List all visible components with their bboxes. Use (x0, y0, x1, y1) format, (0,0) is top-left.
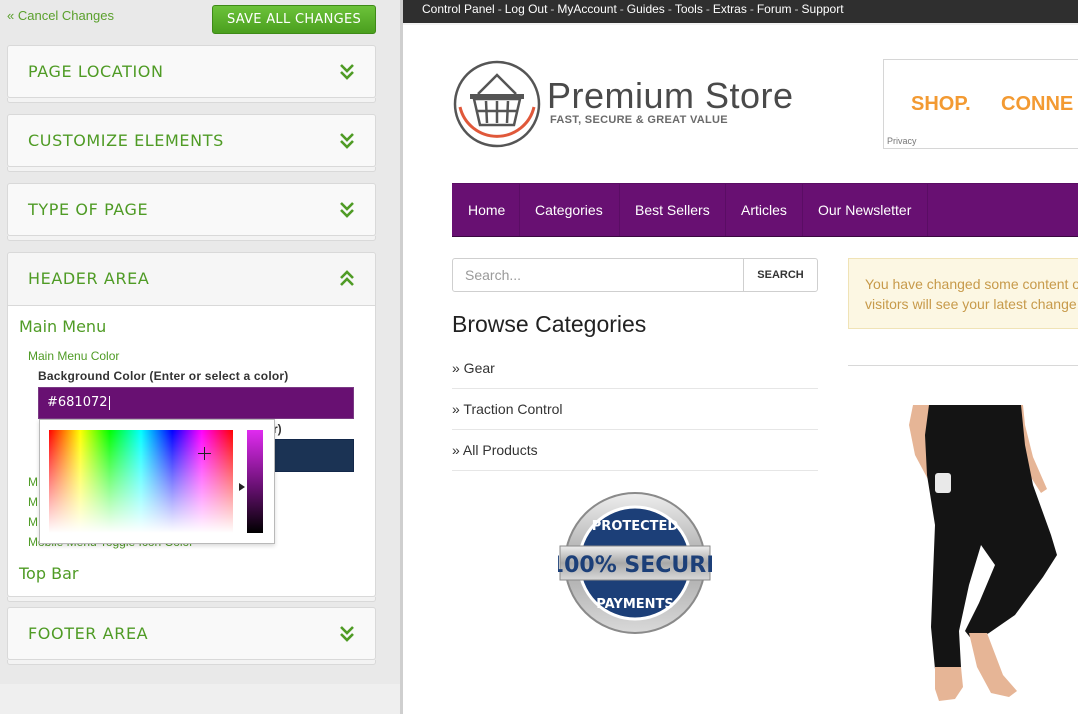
color-saturation-area[interactable] (49, 430, 233, 533)
partial-menu-link[interactable]: M (28, 475, 38, 489)
store-preview: Control Panel - Log Out - MyAccount - Guides - T… (403, 0, 1078, 714)
top-rule (403, 23, 1078, 25)
nav-item-our-newsletter[interactable]: Our Newsletter (818, 184, 911, 236)
top-link-control-panel[interactable]: Control Panel (422, 2, 495, 16)
advertisement-banner[interactable]: SHOP. CONNE Privacy (883, 59, 1078, 149)
top-link-bar: Control Panel - Log Out - MyAccount - Guides - T… (403, 0, 1078, 23)
notice-line-2: visitors will see your latest change (865, 296, 1077, 312)
section-title-type-of-page: TYPE OF PAGE (28, 200, 149, 219)
content-changed-notice: You have changed some content o visitors… (848, 258, 1078, 329)
chevron-down-icon[interactable] (338, 63, 356, 81)
ad-privacy-link[interactable]: Privacy (887, 136, 917, 146)
shopping-basket-logo-icon[interactable] (452, 59, 542, 149)
second-color-input[interactable] (273, 439, 354, 472)
badge-middle-text: 100% SECURE (558, 553, 712, 578)
top-link-log-out[interactable]: Log Out (505, 2, 548, 16)
ad-connect-text: CONNE (1001, 93, 1074, 115)
notice-divider (848, 365, 1078, 366)
nav-item-articles[interactable]: Articles (741, 184, 787, 236)
background-color-value: #681072 (47, 395, 108, 410)
badge-bottom-text: PAYMENTS (596, 597, 674, 612)
top-links: Control Panel - Log Out - MyAccount - Guides - T… (422, 2, 844, 16)
link-separator: - (705, 2, 710, 16)
product-image-leggings[interactable] (873, 405, 1063, 705)
link-separator: - (749, 2, 754, 16)
browse-categories-title: Browse Categories (452, 311, 647, 337)
cancel-changes-link[interactable]: « Cancel Changes (7, 8, 114, 23)
nav-separator (927, 184, 928, 236)
link-separator: - (667, 2, 672, 16)
section-customize-elements[interactable]: CUSTOMIZE ELEMENTS (7, 114, 376, 172)
slider-arrow-icon[interactable] (239, 483, 245, 491)
section-title-footer-area: FOOTER AREA (28, 624, 149, 643)
color-value-slider[interactable] (247, 430, 263, 533)
link-separator: - (497, 2, 502, 16)
section-footer-area[interactable]: FOOTER AREA (7, 607, 376, 665)
editor-panel: « Cancel Changes SAVE ALL CHANGES PAGE L… (0, 0, 400, 714)
nav-separator (519, 184, 520, 236)
section-header-strip[interactable]: HEADER AREA (8, 253, 375, 306)
secure-payments-badge-icon: PROTECTED 100% SECURE PAYMENTS (558, 492, 712, 634)
nav-separator (619, 184, 620, 236)
search-input[interactable]: Search... (452, 258, 744, 292)
top-link-guides[interactable]: Guides (627, 2, 665, 16)
category-link-traction-control[interactable]: » Traction Control (452, 389, 818, 430)
text-caret (108, 395, 110, 410)
section-type-of-page[interactable]: TYPE OF PAGE (7, 183, 376, 241)
search-button[interactable]: SEARCH (743, 258, 818, 292)
link-separator: - (550, 2, 555, 16)
main-menu-heading[interactable]: Main Menu (19, 317, 106, 336)
chevron-down-icon[interactable] (338, 625, 356, 643)
main-menu-bar: Home Categories Best Sellers Articles Ou… (452, 183, 1078, 237)
color-picker-popup (39, 419, 275, 544)
section-page-location[interactable]: PAGE LOCATION (7, 45, 376, 103)
nav-separator (802, 184, 803, 236)
badge-top-text: PROTECTED (592, 519, 679, 534)
category-link-gear[interactable]: » Gear (452, 348, 818, 389)
chevron-down-icon[interactable] (338, 201, 356, 219)
nav-item-categories[interactable]: Categories (535, 184, 603, 236)
chevron-up-icon[interactable] (338, 270, 356, 288)
section-title-customize-elements: CUSTOMIZE ELEMENTS (28, 131, 224, 150)
save-all-changes-button[interactable]: SAVE ALL CHANGES (212, 5, 376, 34)
notice-line-1: You have changed some content o (865, 276, 1078, 292)
nav-item-home[interactable]: Home (468, 184, 505, 236)
top-link-tools[interactable]: Tools (675, 2, 703, 16)
link-separator: - (794, 2, 799, 16)
link-separator: - (619, 2, 624, 16)
main-menu-color-label[interactable]: Main Menu Color (28, 349, 119, 363)
nav-separator (725, 184, 726, 236)
chevron-down-icon[interactable] (338, 132, 356, 150)
partial-menu-link[interactable]: M (28, 495, 38, 509)
category-link-all-products[interactable]: » All Products (452, 430, 818, 471)
partial-menu-link[interactable]: M (28, 515, 38, 529)
nav-item-best-sellers[interactable]: Best Sellers (635, 184, 710, 236)
top-link-forum[interactable]: Forum (757, 2, 792, 16)
top-link-support[interactable]: Support (802, 2, 844, 16)
top-link-extras[interactable]: Extras (713, 2, 747, 16)
store-tagline: FAST, SECURE & GREAT VALUE (550, 114, 728, 126)
store-brand-name[interactable]: Premium Store (547, 75, 794, 117)
section-title-header-area: HEADER AREA (28, 269, 150, 288)
background-color-label: Background Color (Enter or select a colo… (38, 369, 289, 383)
top-link-my-account[interactable]: MyAccount (557, 2, 616, 16)
ad-shop-text: SHOP. (911, 93, 971, 115)
top-bar-heading[interactable]: Top Bar (19, 564, 78, 583)
crosshair-icon[interactable] (198, 447, 211, 460)
section-title-page-location: PAGE LOCATION (28, 62, 164, 81)
background-color-input[interactable]: #681072 (38, 387, 354, 419)
